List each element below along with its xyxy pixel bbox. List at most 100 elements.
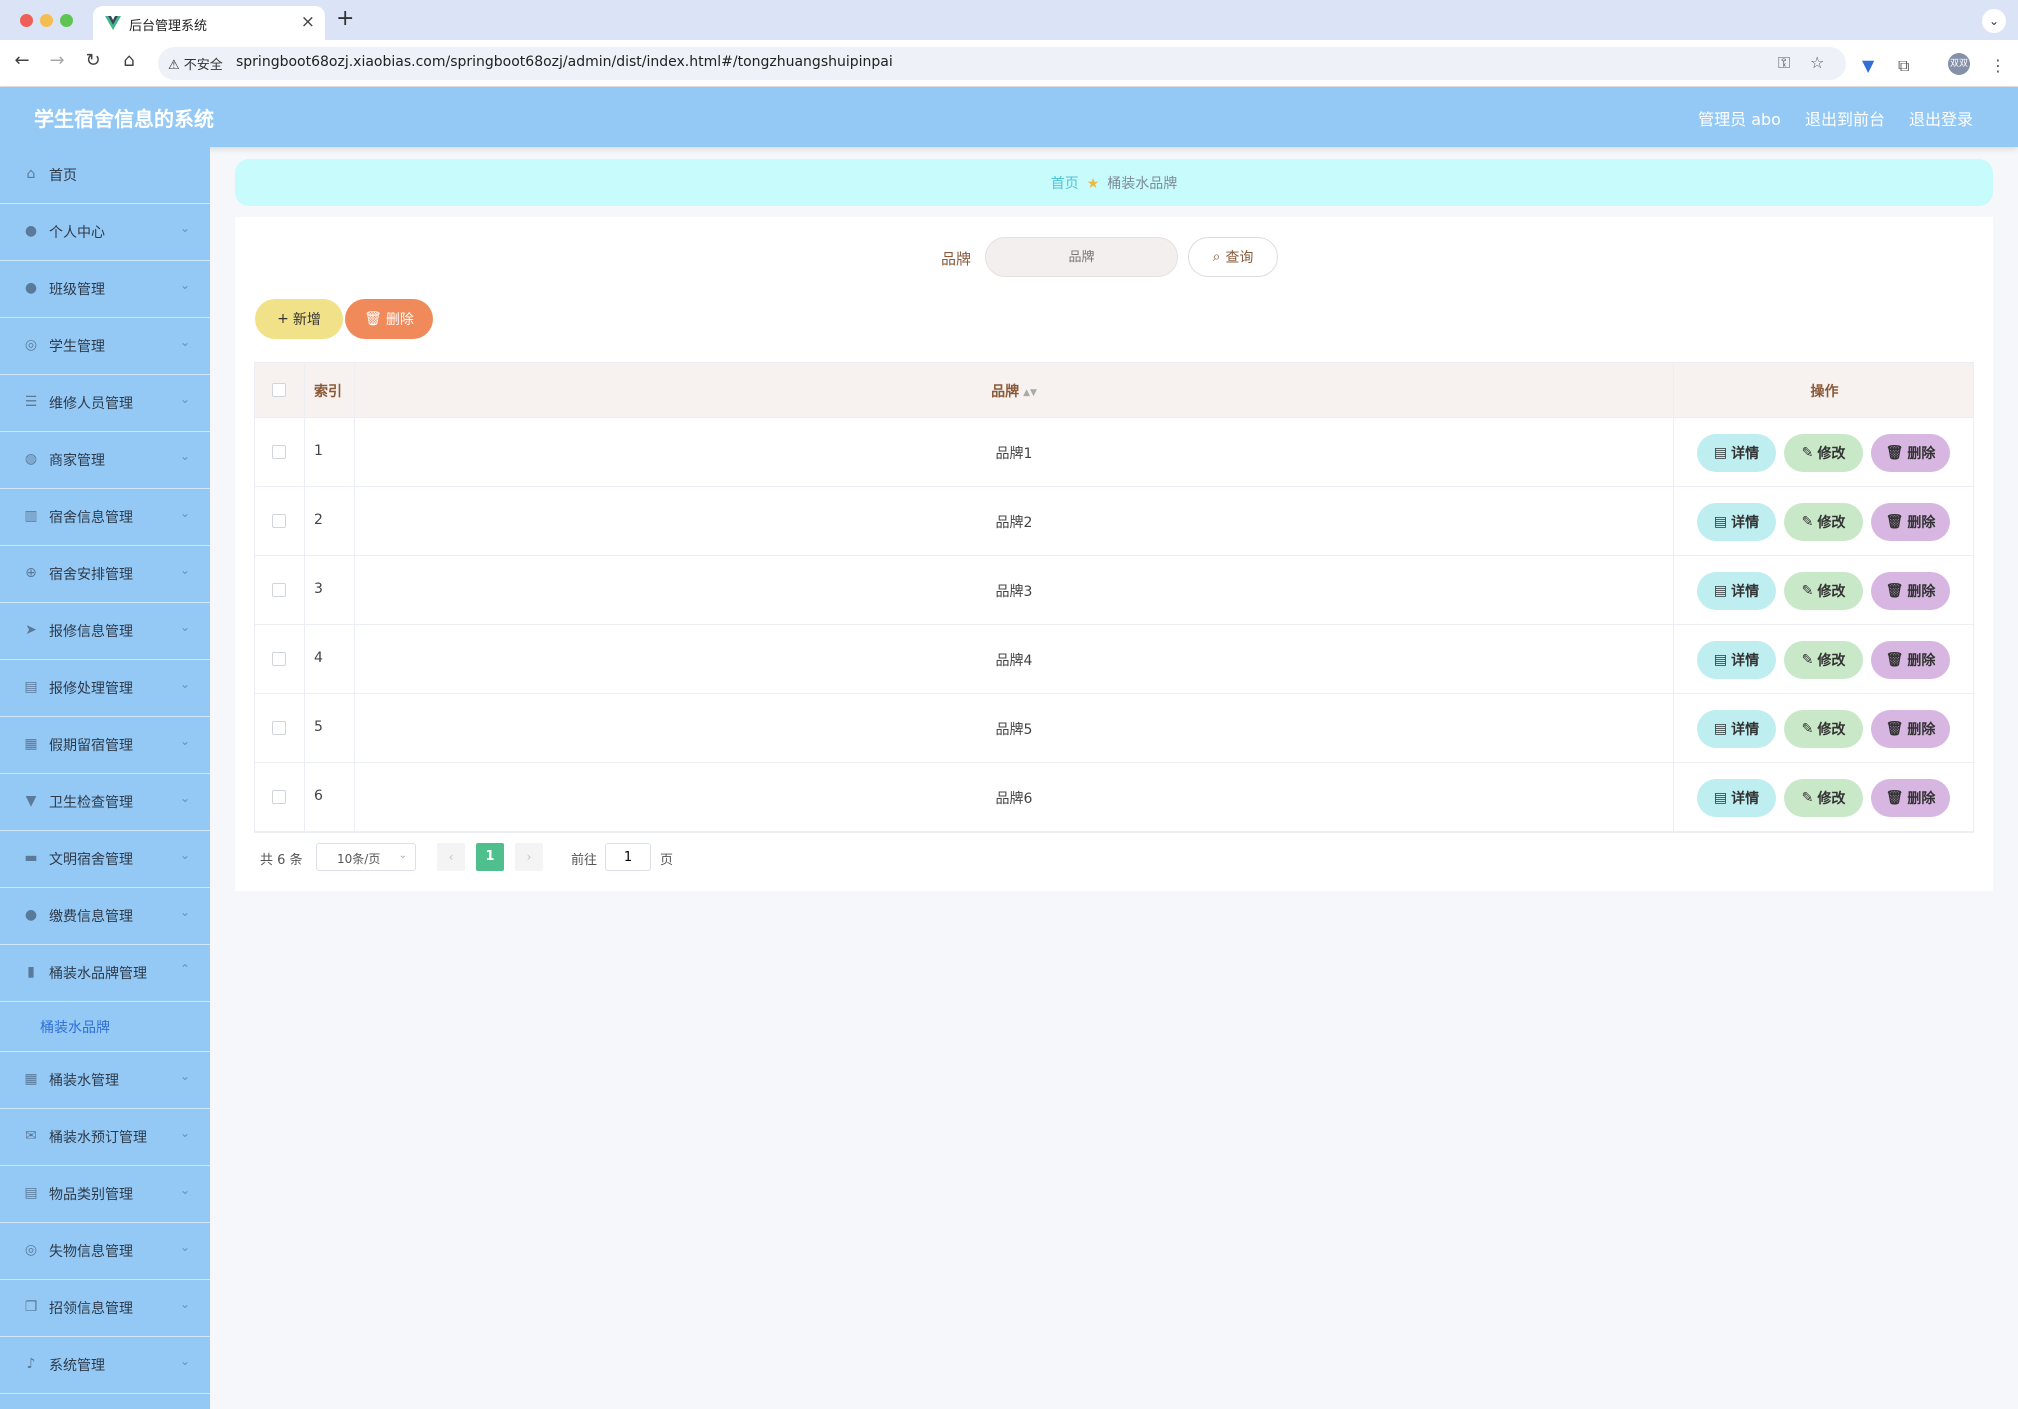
brand-search-input[interactable] [985, 237, 1178, 277]
sort-icon[interactable]: ▲▼ [1023, 388, 1037, 398]
sidebar-item[interactable]: ▮ 桶装水品牌管理 ⌃ [0, 945, 210, 1002]
browser-tab-strip: 后台管理系统 × + ⌄ [0, 0, 2018, 40]
browser-menu-icon[interactable]: ⋮ [1990, 56, 2006, 75]
maximize-window-icon[interactable] [60, 14, 73, 27]
row-checkbox[interactable] [272, 514, 286, 528]
sidebar-item-label: 桶装水管理 [49, 1073, 119, 1089]
chevron-up-icon: ⌃ [179, 962, 190, 976]
detail-button[interactable]: ▤ 详情 [1697, 710, 1776, 748]
sidebar-item-label: 宿舍安排管理 [49, 567, 133, 583]
sidebar-item[interactable]: ⊕ 宿舍安排管理 ⌄ [0, 546, 210, 603]
sidebar-item[interactable]: ▤ 物品类别管理 ⌄ [0, 1166, 210, 1223]
prev-page-button[interactable]: ‹ [437, 843, 465, 871]
back-icon[interactable]: ← [10, 50, 34, 71]
security-indicator[interactable]: ⚠ 不安全 [168, 54, 223, 73]
edit-button[interactable]: ✎ 修改 [1784, 572, 1863, 610]
row-checkbox[interactable] [272, 721, 286, 735]
address-bar[interactable]: ⚠ 不安全 springboot68ozj.xiaobias.com/sprin… [158, 47, 1846, 80]
delete-button[interactable]: 🗑 删除 [1871, 779, 1950, 817]
sidebar-item[interactable]: ⌂ 首页 [0, 147, 210, 204]
bookmark-star-icon[interactable]: ☆ [1810, 53, 1824, 72]
document-icon: ▤ [1713, 721, 1728, 737]
edit-button[interactable]: ✎ 修改 [1784, 503, 1863, 541]
sidebar-item[interactable]: ✉ 桶装水预订管理 ⌄ [0, 1109, 210, 1166]
row-index: 2 [314, 512, 323, 528]
sidebar-item-label: 报修信息管理 [49, 624, 133, 640]
add-button[interactable]: + 新增 [255, 299, 343, 339]
delete-button[interactable]: 🗑 删除 [1871, 641, 1950, 679]
tab-close-icon[interactable]: × [301, 12, 315, 32]
sidebar-item[interactable]: ● 缴费信息管理 ⌄ [0, 888, 210, 945]
table-header: 索引 品牌 ▲▼ 操作 [255, 363, 1973, 418]
minimize-window-icon[interactable] [40, 14, 53, 27]
search-button[interactable]: ⌕ 查询 [1188, 237, 1278, 277]
row-checkbox[interactable] [272, 583, 286, 597]
breadcrumb-home[interactable]: 首页 [1051, 176, 1079, 192]
table-row: 2 品牌2 ▤ 详情 ✎ 修改 🗑 删除 [255, 487, 1973, 556]
vue-logo-icon [105, 16, 121, 30]
next-page-button[interactable]: › [515, 843, 543, 871]
extensions-puzzle-icon[interactable]: ⧉ [1898, 56, 1909, 76]
sidebar-item[interactable]: ▤ 报修处理管理 ⌄ [0, 660, 210, 717]
detail-button[interactable]: ▤ 详情 [1697, 779, 1776, 817]
delete-button[interactable]: 🗑 删除 [1871, 572, 1950, 610]
sidebar-subitem-active[interactable]: 桶装水品牌 [0, 1002, 210, 1052]
chevron-down-icon: ⌄ [179, 278, 190, 292]
sidebar-item[interactable]: ▦ 桶装水管理 ⌄ [0, 1052, 210, 1109]
exit-to-front-link[interactable]: 退出到前台 [1805, 106, 1885, 130]
password-key-icon[interactable]: ⚿ [1778, 53, 1790, 73]
edit-button[interactable]: ✎ 修改 [1784, 710, 1863, 748]
sidebar-item[interactable]: ☰ 维修人员管理 ⌄ [0, 375, 210, 432]
sidebar-item[interactable]: ➤ 报修信息管理 ⌄ [0, 603, 210, 660]
sidebar-item[interactable]: ♪ 系统管理 ⌄ [0, 1337, 210, 1394]
clipboard-icon: ▤ [24, 1185, 38, 1201]
sidebar-item[interactable]: ▥ 宿舍信息管理 ⌄ [0, 489, 210, 546]
row-brand: 品牌6 [995, 791, 1033, 807]
browser-tab[interactable]: 后台管理系统 × [93, 6, 325, 40]
forward-icon[interactable]: → [45, 50, 69, 71]
reload-icon[interactable]: ↻ [81, 50, 105, 71]
sidebar-item[interactable]: ▦ 假期留宿管理 ⌄ [0, 717, 210, 774]
header-brand[interactable]: 品牌 ▲▼ [355, 381, 1673, 401]
edit-button[interactable]: ✎ 修改 [1784, 779, 1863, 817]
home-browser-icon[interactable]: ⌂ [117, 50, 141, 71]
logout-link[interactable]: 退出登录 [1909, 106, 1973, 130]
sidebar-item[interactable]: ◎ 学生管理 ⌄ [0, 318, 210, 375]
sidebar-item[interactable]: ▼ 卫生检查管理 ⌄ [0, 774, 210, 831]
profile-avatar[interactable]: 双双 [1948, 53, 1970, 75]
close-window-icon[interactable] [20, 14, 33, 27]
new-tab-icon[interactable]: + [336, 6, 354, 31]
document-icon: ▤ [1713, 514, 1728, 530]
page-size-select[interactable]: 10条/页 ⌄ [316, 843, 416, 871]
edit-button[interactable]: ✎ 修改 [1784, 641, 1863, 679]
pencil-icon: ✎ [1801, 583, 1814, 599]
sidebar-item[interactable]: ◍ 商家管理 ⌄ [0, 432, 210, 489]
compass-icon: ◎ [24, 1242, 38, 1258]
goto-page-input[interactable] [605, 843, 651, 871]
goto-label: 前往 [571, 853, 598, 868]
detail-button[interactable]: ▤ 详情 [1697, 641, 1776, 679]
detail-button[interactable]: ▤ 详情 [1697, 434, 1776, 472]
sidebar-item[interactable]: ● 班级管理 ⌄ [0, 261, 210, 318]
page-number-current[interactable]: 1 [476, 843, 504, 871]
table-row: 5 品牌5 ▤ 详情 ✎ 修改 🗑 删除 [255, 694, 1973, 763]
delete-button[interactable]: 🗑 删除 [1871, 503, 1950, 541]
sidebar-item[interactable]: ❐ 招领信息管理 ⌄ [0, 1280, 210, 1337]
extension-v-icon[interactable]: ▼ [1862, 56, 1874, 75]
sidebar-item[interactable]: ▬ 文明宿舍管理 ⌄ [0, 831, 210, 888]
detail-button[interactable]: ▤ 详情 [1697, 572, 1776, 610]
delete-button[interactable]: 🗑 删除 [1871, 710, 1950, 748]
edit-button[interactable]: ✎ 修改 [1784, 434, 1863, 472]
breadcrumb: 首页 ★ 桶装水品牌 [235, 159, 1993, 206]
select-all-checkbox[interactable] [272, 383, 286, 397]
row-checkbox[interactable] [272, 790, 286, 804]
delete-button[interactable]: 🗑 删除 [1871, 434, 1950, 472]
sidebar-item[interactable]: ● 个人中心 ⌄ [0, 204, 210, 261]
row-checkbox[interactable] [272, 445, 286, 459]
tab-list-chevron-icon[interactable]: ⌄ [1982, 9, 2006, 33]
bulk-delete-button[interactable]: 🗑 删除 [345, 299, 433, 339]
row-checkbox[interactable] [272, 652, 286, 666]
url-text[interactable]: springboot68ozj.xiaobias.com/springboot6… [236, 54, 893, 70]
sidebar-item[interactable]: ◎ 失物信息管理 ⌄ [0, 1223, 210, 1280]
detail-button[interactable]: ▤ 详情 [1697, 503, 1776, 541]
